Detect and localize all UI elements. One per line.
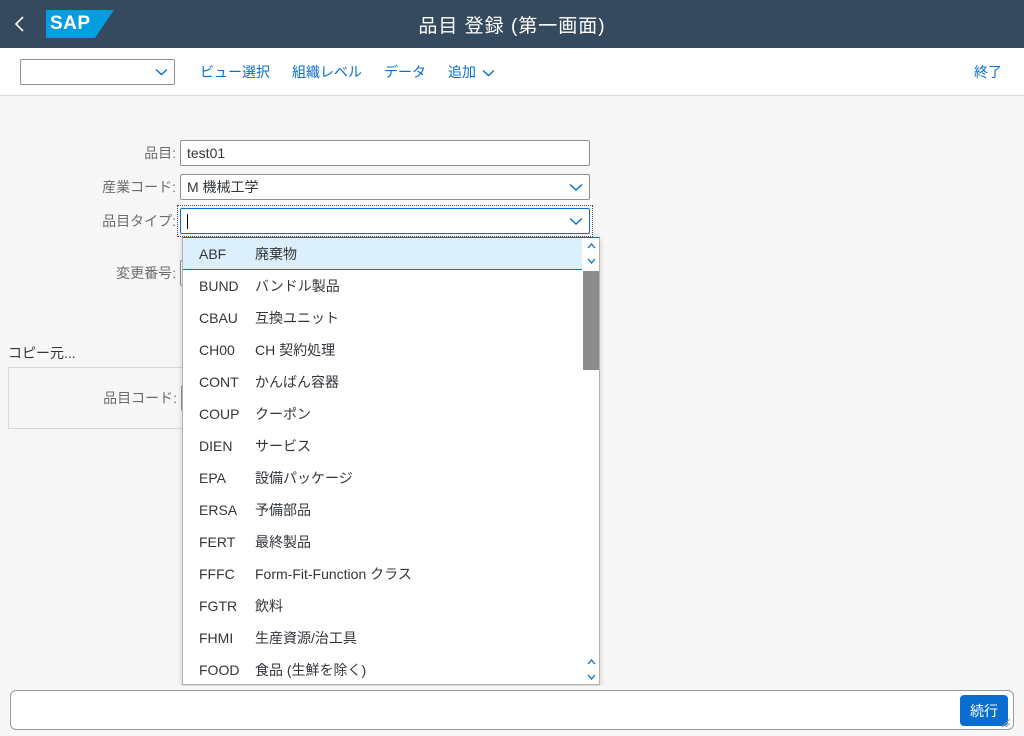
chevron-down-icon[interactable] [569,217,583,226]
material-type-combo-wrapper [177,205,593,237]
dropdown-item[interactable]: FERT 最終製品 [183,526,582,558]
material-type-dropdown-list[interactable]: ABF 廃棄物 BUND バンドル製品 CBAU 互換ユニット CH00 CH 契約処理 CON… [182,237,600,685]
dropdown-scrollbar[interactable] [582,238,599,684]
dropdown-item-text: バンドル製品 [255,278,340,294]
resize-grip-icon[interactable] [1001,718,1011,728]
dropdown-item-text: 生産資源/治工具 [255,630,357,646]
sap-logo-text: SAP [50,13,91,34]
dropdown-item-code: EPA [199,470,226,486]
dropdown-item-code: FFFC [199,566,235,582]
dropdown-item-text: 互換ユニット [255,310,339,326]
toolbar-item-label: ビュー選択 [200,63,270,80]
dropdown-item-code: BUND [199,278,239,294]
dropdown-item-text: 予備部品 [255,502,311,518]
industry-sector-combo[interactable]: M 機械工学 [180,174,590,200]
toolbar-item-add[interactable]: 追加 [448,62,495,82]
dropdown-item[interactable]: DIEN サービス [183,430,582,462]
toolbar-item-label: 追加 [448,63,476,80]
scrollbar-thumb[interactable] [583,271,599,370]
material-input-value: test01 [187,145,226,161]
material-type-combo[interactable] [180,208,590,234]
sap-logo[interactable]: SAP [46,10,114,38]
dropdown-item-text: 廃棄物 [255,245,297,262]
dropdown-item[interactable]: COUP クーポン [183,398,582,430]
label-change-number: 変更番号: [116,265,176,281]
scroll-down-icon[interactable] [583,253,599,268]
toolbar-item-org-levels[interactable]: 組織レベル [292,62,362,82]
toolbar-item-select-view[interactable]: ビュー選択 [200,62,270,82]
dropdown-item[interactable]: ABF 廃棄物 [183,238,582,270]
toolbar: ビュー選択 組織レベル データ 追加 終了 [0,48,1024,96]
dropdown-item[interactable]: FGTR 飲料 [183,590,582,622]
exit-button[interactable]: 終了 [974,62,1002,82]
footer: 続行 [0,686,1024,736]
dropdown-item-code: CBAU [199,310,238,326]
toolbar-item-label: データ [384,63,426,80]
dropdown-item[interactable]: EPA 設備パッケージ [183,462,582,494]
text-caret [187,213,188,229]
dropdown-item-text: CH 契約処理 [255,342,336,358]
dropdown-item[interactable]: FFFC Form-Fit-Function クラス [183,558,582,590]
sap-gui-screen: SAP 品目 登録 (第一画面) ビュー選択 組織レベル データ 追加 終了 品… [0,0,1024,736]
dropdown-item[interactable]: FOOD 食品 (生鮮を除く) [183,654,582,684]
dropdown-item-code: FERT [199,534,236,550]
chevron-down-icon [482,64,495,80]
dropdown-item-text: かんばん容器 [255,374,339,390]
dropdown-item-code: CH00 [199,342,235,358]
form-row-material: 品目: test01 [0,140,620,166]
dropdown-item-text: 食品 (生鮮を除く) [255,662,367,678]
label-industry-sector: 産業コード: [102,179,176,195]
shell-header: SAP 品目 登録 (第一画面) [0,0,1024,48]
dropdown-item-text: サービス [255,438,311,454]
dropdown-item-text: 設備パッケージ [255,470,353,486]
chevron-down-icon[interactable] [569,183,583,192]
dropdown-item-code: FGTR [199,598,238,614]
message-bar[interactable]: 続行 [10,690,1014,730]
label-material: 品目: [144,145,176,161]
dropdown-item[interactable]: ERSA 予備部品 [183,494,582,526]
dropdown-item-text: クーポン [255,406,311,422]
dropdown-item-code: ABF [199,245,227,262]
dropdown-item[interactable]: CBAU 互換ユニット [183,302,582,334]
variant-select[interactable] [20,58,175,85]
dropdown-item-code: FHMI [199,630,234,646]
dropdown-item-code: DIEN [199,438,233,454]
dropdown-item[interactable]: FHMI 生産資源/治工具 [183,622,582,654]
content-canvas: 品目: test01 産業コード: M 機械工学 品目タイプ: 変更番号: コピ… [0,97,1024,686]
toolbar-item-label: 組織レベル [292,63,362,80]
dropdown-item[interactable]: CONT かんばん容器 [183,366,582,398]
label-material-type: 品目タイプ: [102,213,176,229]
industry-sector-value: M 機械工学 [187,179,259,195]
dropdown-item[interactable]: BUND バンドル製品 [183,270,582,302]
scroll-up-icon-bottom[interactable] [583,654,599,669]
chevron-down-icon [155,63,168,81]
material-input[interactable]: test01 [180,140,590,166]
dropdown-items: ABF 廃棄物 BUND バンドル製品 CBAU 互換ユニット CH00 CH 契約処理 CON… [183,238,582,684]
dropdown-item-text: 最終製品 [255,534,311,550]
dropdown-item-code: COUP [199,406,240,422]
dropdown-item-text: 飲料 [255,598,283,614]
dropdown-item-code: FOOD [199,662,240,678]
dropdown-item-code: CONT [199,374,239,390]
back-icon[interactable] [0,0,40,48]
form-row-material-type: 品目タイプ: [0,205,620,237]
dropdown-item[interactable]: CH00 CH 契約処理 [183,334,582,366]
dropdown-item-code: ERSA [199,502,238,518]
scroll-up-icon[interactable] [583,238,599,253]
label-reference-material: 品目コード: [103,390,177,406]
scroll-down-icon-bottom[interactable] [583,669,599,684]
toolbar-item-data[interactable]: データ [384,62,426,82]
form-row-industry-sector: 産業コード: M 機械工学 [0,174,620,200]
page-title: 品目 登録 (第一画面) [418,15,606,37]
dropdown-item-text: Form-Fit-Function クラス [255,566,412,582]
